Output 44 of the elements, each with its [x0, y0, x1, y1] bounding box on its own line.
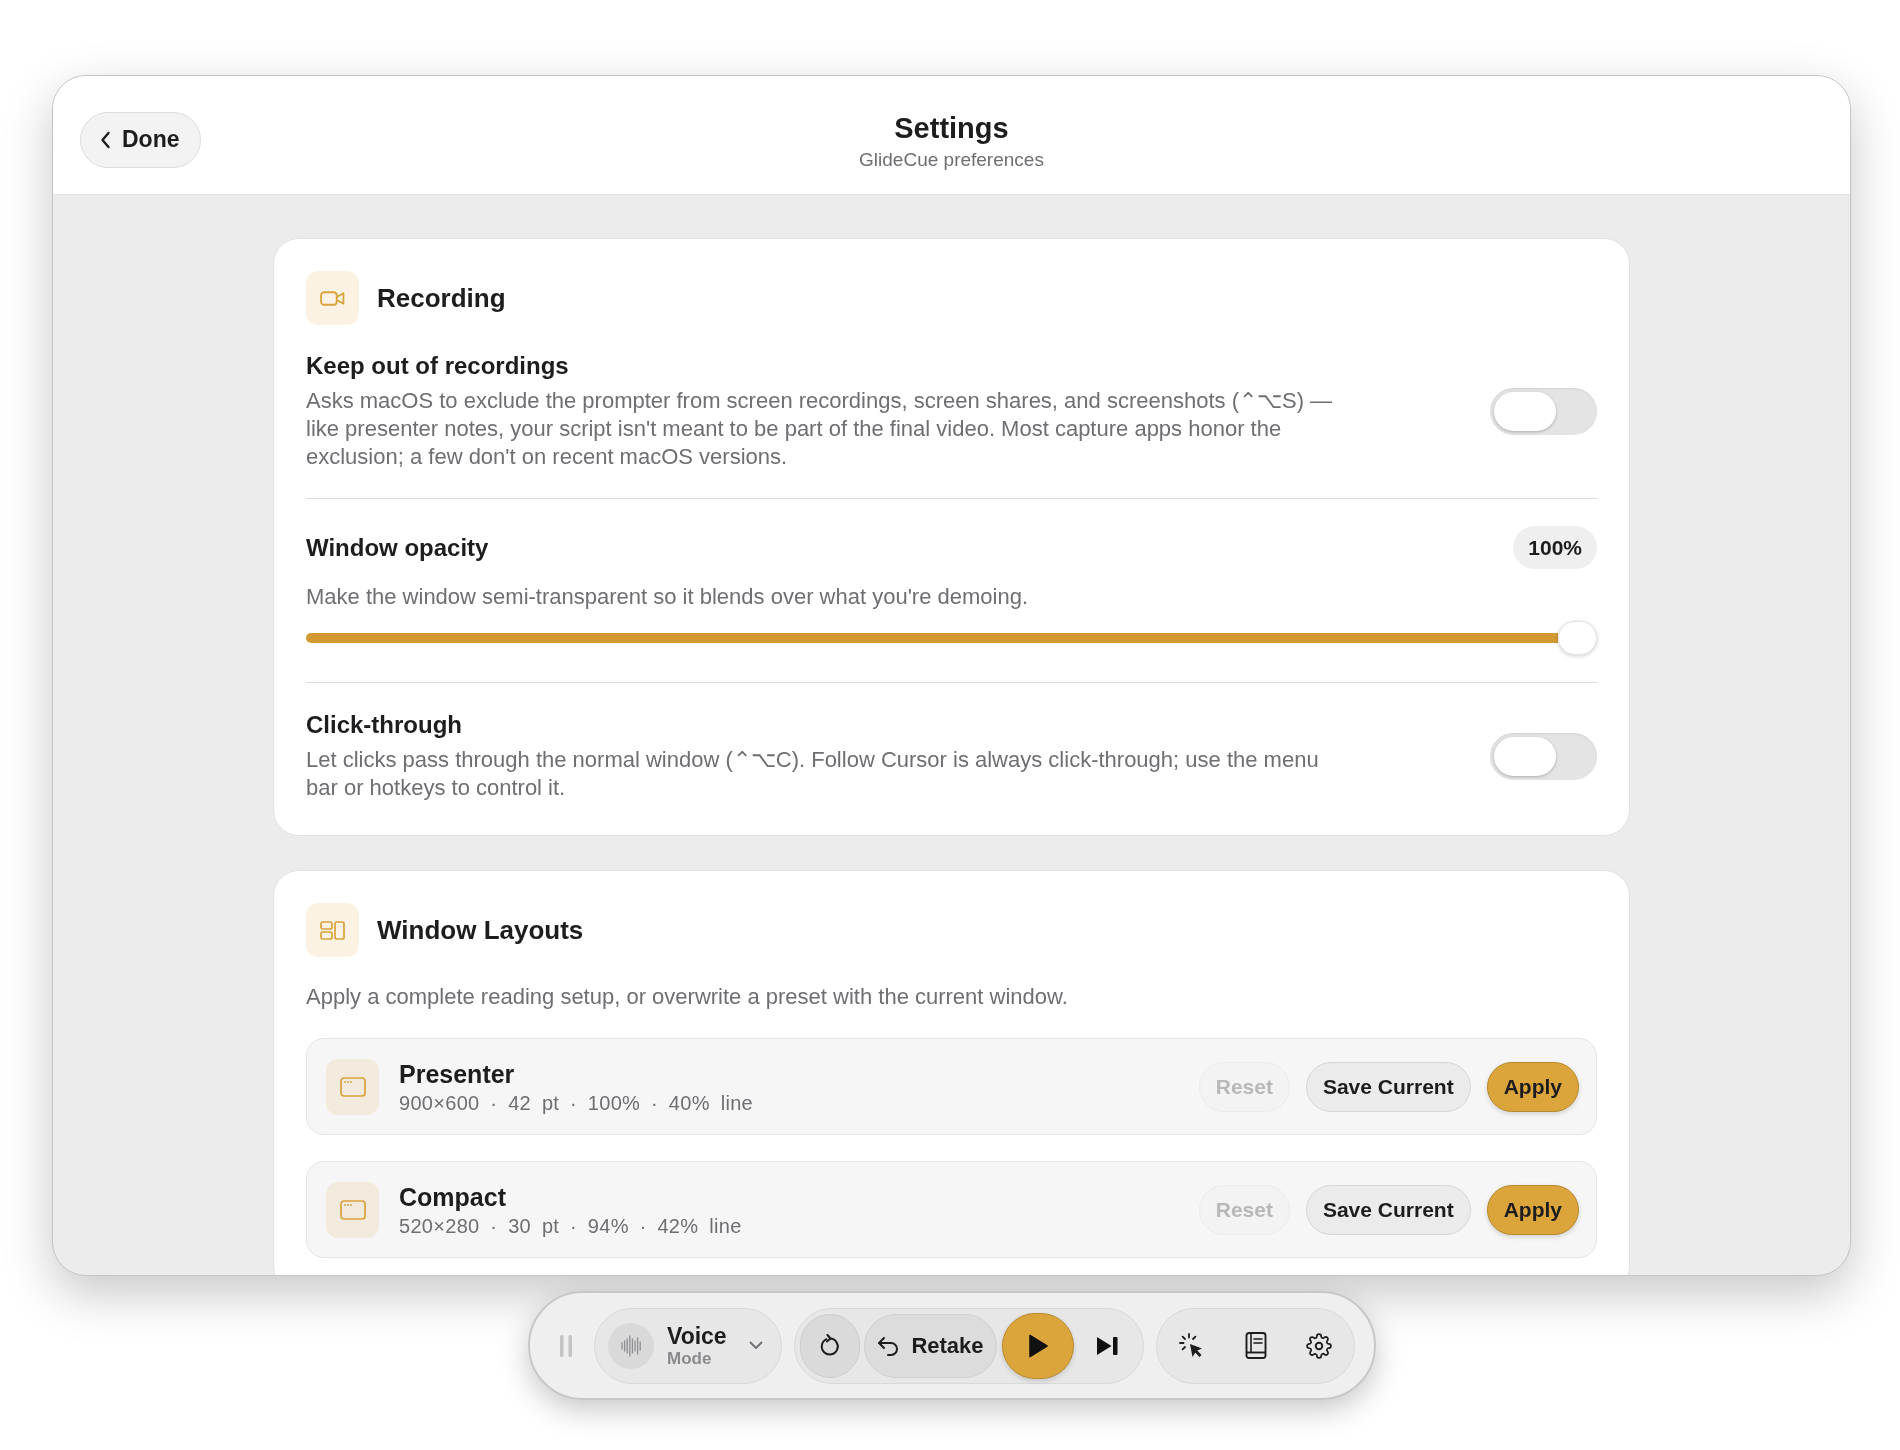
- undo-arrow-icon: [877, 1335, 900, 1356]
- restart-icon: [819, 1333, 841, 1358]
- restart-button[interactable]: [800, 1313, 860, 1378]
- setting-description: Asks macOS to exclude the prompter from screen recordings, screen shares, and screenshots (⌃⌥S) — like presenter notes, your script isn't meant to be part of the final video. Most capture apps honor the exclusion; a few don't on recent macOS versions.: [306, 387, 1334, 471]
- skip-forward-icon[interactable]: [1096, 1335, 1118, 1356]
- chevron-left-icon: [100, 130, 111, 149]
- window-icon: [326, 1181, 379, 1238]
- waveform-icon: [608, 1322, 654, 1369]
- section-title: Window Layouts: [377, 913, 584, 947]
- preset-details: 520×280 · 30 pt · 94% · 42% line: [399, 1213, 742, 1238]
- setting-title: Window opacity: [306, 532, 489, 563]
- mode-selector[interactable]: Voice Mode: [594, 1307, 782, 1384]
- setting-description: Make the window semi-transparent so it blends over what you're demoing.: [306, 583, 1028, 611]
- section-description: Apply a complete reading setup, or overwrite a preset with the current window.: [306, 983, 1069, 1011]
- toggle-switch[interactable]: [1490, 387, 1597, 435]
- layout-icon: [306, 903, 359, 957]
- section-title: Recording: [377, 281, 506, 315]
- preset-button[interactable]: Save Current: [1305, 1061, 1471, 1112]
- settings-gear-icon[interactable]: [1306, 1332, 1332, 1359]
- drag-handle-icon[interactable]: [560, 1334, 572, 1357]
- done-button[interactable]: Done: [80, 111, 201, 168]
- apply-button[interactable]: Apply: [1486, 1061, 1579, 1112]
- preset-button[interactable]: Save Current: [1305, 1184, 1471, 1235]
- window-subtitle: GlideCue preferences: [859, 147, 1044, 172]
- window-title: Settings: [894, 110, 1009, 145]
- percent-value: 100%: [1513, 526, 1597, 569]
- slider-thumb[interactable]: [1558, 621, 1597, 655]
- video-camera-icon: [306, 271, 359, 325]
- setting-title: Keep out of recordings: [306, 351, 569, 381]
- setting-title: Click-through: [306, 710, 462, 740]
- opacity-slider[interactable]: [306, 621, 1597, 655]
- cursor-click-icon[interactable]: [1179, 1332, 1205, 1359]
- retake-button[interactable]: Retake: [864, 1313, 997, 1378]
- toggle-switch[interactable]: [1490, 732, 1597, 780]
- chevron-down-icon: [749, 1341, 763, 1350]
- preset-details: 900×600 · 42 pt · 100% · 40% line: [399, 1090, 753, 1115]
- play-icon: [1028, 1333, 1048, 1358]
- apply-button[interactable]: Apply: [1486, 1184, 1579, 1235]
- preset-name: Compact: [399, 1181, 506, 1212]
- window-icon: [326, 1058, 379, 1115]
- setting-description: Let clicks pass through the normal window (⌃⌥C). Follow Cursor is always click-through; use the menu bar or hotkeys to control it.: [306, 746, 1320, 802]
- book-icon[interactable]: [1244, 1332, 1267, 1359]
- preset-name: Presenter: [399, 1058, 515, 1089]
- play-button[interactable]: [1002, 1312, 1074, 1379]
